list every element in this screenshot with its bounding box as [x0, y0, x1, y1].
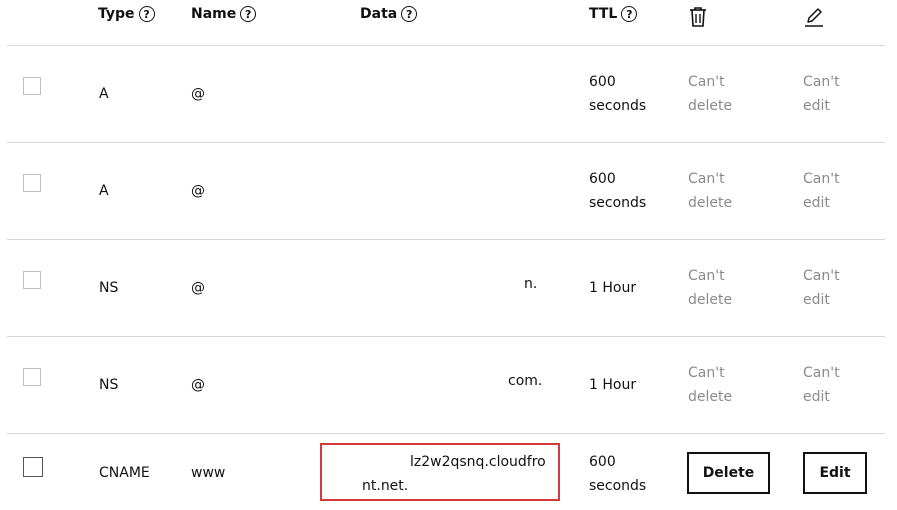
cant-delete-line2: delete	[688, 195, 733, 211]
header-ttl-label: TTL	[589, 6, 618, 22]
record-ttl: 600 seconds	[589, 70, 669, 118]
cant-edit-text: Can't edit	[803, 264, 873, 312]
cant-delete-line1: Can't	[688, 74, 725, 90]
table-row: NS @ com. 1 Hour Can't delete Can't edit	[0, 337, 897, 433]
cant-edit-line2: edit	[803, 292, 830, 308]
cant-delete-line1: Can't	[688, 365, 725, 381]
table-row: NS @ n. 1 Hour Can't delete Can't edit	[0, 240, 897, 336]
record-ttl: 1 Hour	[589, 280, 637, 296]
record-data: com.	[508, 373, 543, 389]
row-checkbox[interactable]	[23, 271, 41, 289]
record-type: A	[99, 86, 109, 102]
table-row: A @ 600 seconds Can't delete Can't edit	[0, 46, 897, 142]
cant-edit-line1: Can't	[803, 268, 840, 284]
record-name: @	[191, 86, 205, 102]
record-name: www	[191, 465, 226, 481]
cant-edit-line2: edit	[803, 98, 830, 114]
cant-delete-line2: delete	[688, 292, 733, 308]
header-data: Data ?	[360, 6, 418, 22]
cant-delete-text: Can't delete	[688, 361, 758, 409]
header-name-label: Name	[191, 6, 237, 22]
cant-edit-line1: Can't	[803, 74, 840, 90]
table-row: A @ 600 seconds Can't delete Can't edit	[0, 143, 897, 239]
highlight-box	[320, 443, 560, 501]
cant-edit-line2: edit	[803, 389, 830, 405]
header-data-label: Data	[360, 6, 398, 22]
row-checkbox[interactable]	[23, 77, 41, 95]
cant-edit-text: Can't edit	[803, 70, 873, 118]
record-data: n.	[524, 276, 538, 292]
ttl-value: 600	[589, 454, 616, 470]
header-name: Name ?	[191, 6, 257, 22]
cant-edit-line1: Can't	[803, 365, 840, 381]
edit-button[interactable]: Edit	[803, 452, 867, 494]
cant-edit-line1: Can't	[803, 171, 840, 187]
dns-records-table: Type ? Name ? Data ? TTL ? A @ 600 secon…	[0, 0, 897, 510]
cant-delete-text: Can't delete	[688, 70, 758, 118]
cant-delete-text: Can't delete	[688, 167, 758, 215]
header-ttl: TTL ?	[589, 6, 638, 22]
data-help-icon[interactable]: ?	[401, 6, 418, 22]
ttl-unit: seconds	[589, 478, 647, 494]
row-checkbox[interactable]	[23, 457, 43, 477]
cant-edit-line2: edit	[803, 195, 830, 211]
record-type: NS	[99, 377, 119, 393]
ttl-value: 600	[589, 74, 616, 90]
record-ttl: 600 seconds	[589, 167, 669, 215]
record-name: @	[191, 183, 205, 199]
pencil-icon	[804, 6, 824, 32]
header-type-label: Type	[98, 6, 135, 22]
cant-delete-line2: delete	[688, 98, 733, 114]
record-ttl: 600 seconds	[589, 450, 669, 498]
trash-icon	[688, 6, 708, 32]
record-ttl: 1 Hour	[589, 377, 637, 393]
cant-edit-text: Can't edit	[803, 167, 873, 215]
delete-button[interactable]: Delete	[687, 452, 770, 494]
row-checkbox[interactable]	[23, 174, 41, 192]
record-name: @	[191, 280, 205, 296]
row-checkbox[interactable]	[23, 368, 41, 386]
cant-edit-text: Can't edit	[803, 361, 873, 409]
record-type: NS	[99, 280, 119, 296]
record-name: @	[191, 377, 205, 393]
cant-delete-text: Can't delete	[688, 264, 758, 312]
ttl-help-icon[interactable]: ?	[621, 6, 638, 22]
name-help-icon[interactable]: ?	[240, 6, 257, 22]
ttl-value: 600	[589, 171, 616, 187]
record-type: A	[99, 183, 109, 199]
cant-delete-line1: Can't	[688, 268, 725, 284]
ttl-unit: seconds	[589, 195, 647, 211]
header-type: Type ?	[98, 6, 155, 22]
table-header: Type ? Name ? Data ? TTL ?	[0, 0, 897, 35]
type-help-icon[interactable]: ?	[138, 6, 155, 22]
cant-delete-line2: delete	[688, 389, 733, 405]
record-type: CNAME	[99, 465, 150, 481]
ttl-unit: seconds	[589, 98, 647, 114]
cant-delete-line1: Can't	[688, 171, 725, 187]
